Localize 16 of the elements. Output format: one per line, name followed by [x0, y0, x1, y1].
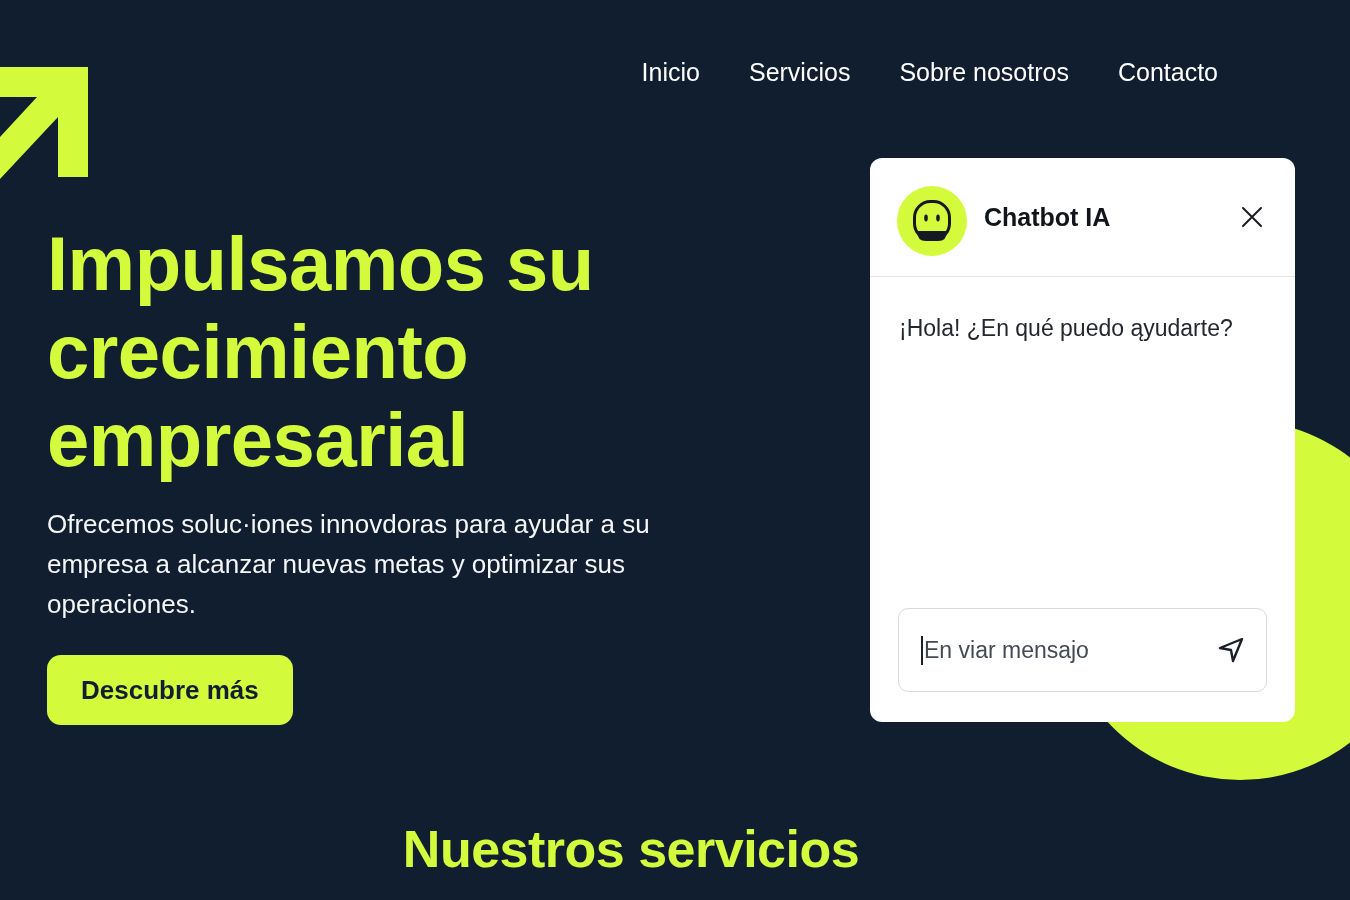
- chat-message: ¡Hola! ¿En qué puedo ąyudarte?: [899, 314, 1234, 343]
- message-input[interactable]: En viar mensajo: [898, 608, 1267, 692]
- section-heading: Nuestros servicios: [402, 819, 860, 879]
- nav-link[interactable]: Servicios: [748, 57, 851, 88]
- hero-description: Ofrecemos soluc·iones innovdoras para ayudar a su empresa a alcanzar nuevas metas y optimizar sus operaciones.: [47, 508, 651, 621]
- send-icon: [1218, 637, 1244, 663]
- send-button[interactable]: [1217, 636, 1245, 664]
- chat-title: Chatbot IA: [984, 202, 1111, 232]
- nav-link[interactable]: Sobre nosotros: [899, 57, 1069, 88]
- hero-title: Impulsamos su crecimiento empresarial: [47, 220, 595, 484]
- nav-link[interactable]: Inicio: [641, 57, 700, 88]
- nav-link[interactable]: Contacto: [1117, 57, 1218, 88]
- close-icon: [1241, 206, 1263, 228]
- cta-button[interactable]: Descubre más: [47, 655, 293, 725]
- close-button[interactable]: [1241, 206, 1263, 228]
- bot-avatar-icon: [897, 186, 967, 256]
